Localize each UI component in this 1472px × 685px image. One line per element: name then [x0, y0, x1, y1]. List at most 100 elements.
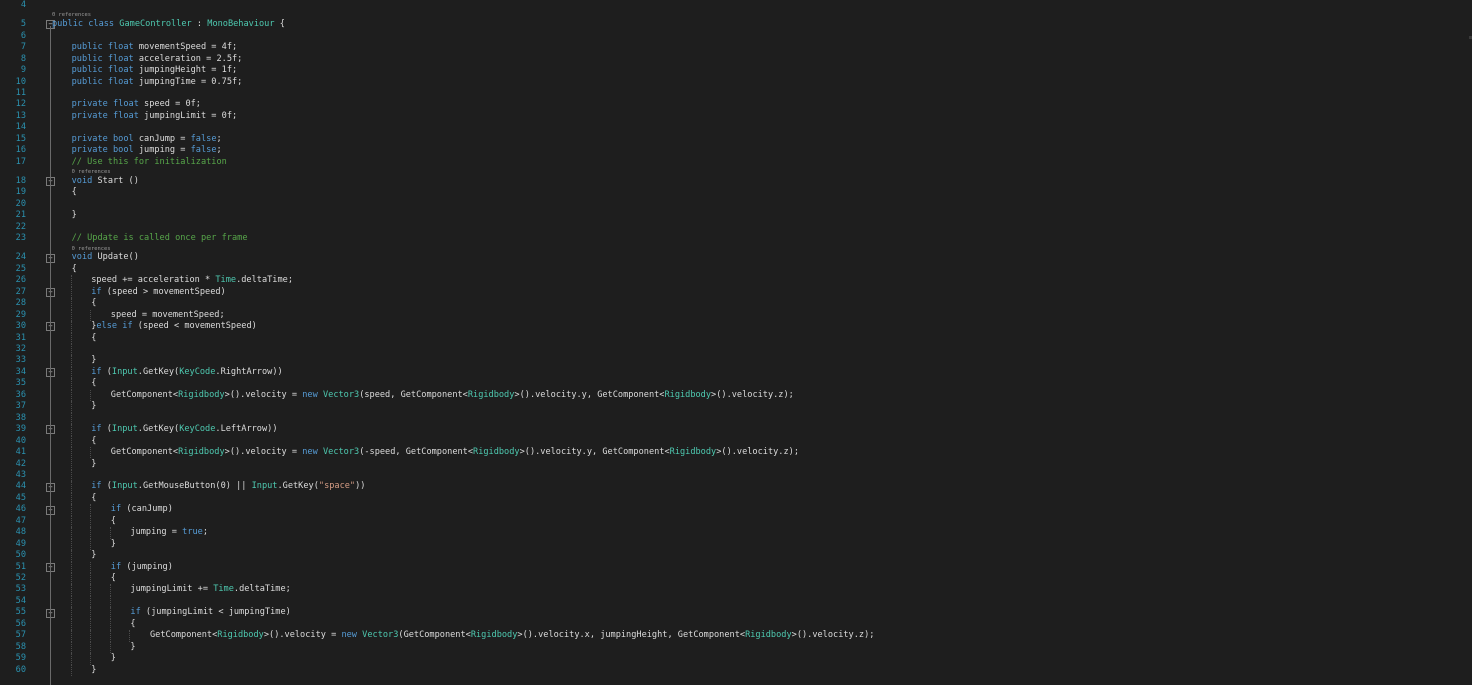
- code-line[interactable]: 4: [0, 0, 1472, 11]
- code-line[interactable]: 11: [0, 88, 1472, 99]
- code-line[interactable]: 54: [0, 595, 1472, 608]
- code-text[interactable]: if (Input.GetKey(KeyCode.LeftArrow)): [91, 424, 277, 435]
- code-text[interactable]: jumping = true;: [130, 527, 208, 538]
- code-text[interactable]: private float jumpingLimit = 0f;: [72, 111, 238, 122]
- code-text[interactable]: }: [111, 653, 116, 664]
- code-line[interactable]: 32: [0, 344, 1472, 356]
- code-text[interactable]: if (speed > movementSpeed): [91, 287, 226, 298]
- code-text[interactable]: public float movementSpeed = 4f;: [72, 42, 238, 53]
- code-text[interactable]: }: [91, 355, 96, 366]
- code-text[interactable]: {: [72, 187, 77, 198]
- code-line[interactable]: 23 // Update is called once per frame: [0, 233, 1472, 244]
- code-line[interactable]: 16 private bool jumping = false;: [0, 145, 1472, 156]
- code-line[interactable]: 25 {: [0, 264, 1472, 275]
- code-text[interactable]: if (Input.GetMouseButton(0) || Input.Get…: [91, 481, 365, 492]
- code-line[interactable]: 53 jumpingLimit += Time.deltaTime;: [0, 584, 1472, 596]
- code-text[interactable]: jumpingLimit += Time.deltaTime;: [130, 584, 290, 595]
- code-line[interactable]: 34− if (Input.GetKey(KeyCode.RightArrow)): [0, 366, 1472, 379]
- code-text[interactable]: public float acceleration = 2.5f;: [72, 54, 243, 65]
- code-line[interactable]: 26 speed += acceleration * Time.deltaTime…: [0, 275, 1472, 287]
- code-line[interactable]: 60}: [0, 664, 1472, 677]
- code-line[interactable]: 7 public float movementSpeed = 4f;: [0, 42, 1472, 53]
- code-text[interactable]: {: [111, 573, 116, 584]
- code-line[interactable]: 30−}else if (speed < movementSpeed): [0, 321, 1472, 333]
- code-text[interactable]: if (Input.GetKey(KeyCode.RightArrow)): [91, 367, 282, 378]
- code-text[interactable]: if (jumpingLimit < jumpingTime): [130, 607, 290, 618]
- code-text[interactable]: }else if (speed < movementSpeed): [91, 321, 257, 332]
- codelens-label[interactable]: 0 references: [72, 169, 111, 175]
- code-text[interactable]: void Update(): [72, 252, 139, 263]
- code-line[interactable]: 28 {: [0, 298, 1472, 310]
- code-text[interactable]: {: [130, 619, 135, 630]
- code-line[interactable]: 36 GetComponent<Rigidbody>().velocity = n…: [0, 389, 1472, 402]
- code-line[interactable]: 38: [0, 412, 1472, 425]
- code-text[interactable]: {: [91, 493, 96, 504]
- code-line[interactable]: 56 {: [0, 618, 1472, 631]
- code-line[interactable]: 47 {: [0, 515, 1472, 528]
- code-text[interactable]: private bool canJump = false;: [72, 134, 222, 145]
- codelens-label[interactable]: 0 references: [72, 246, 111, 252]
- code-line[interactable]: 33}: [0, 355, 1472, 367]
- code-line[interactable]: 21}: [0, 210, 1472, 221]
- code-text[interactable]: {: [91, 298, 96, 309]
- code-line[interactable]: 48 jumping = true;: [0, 527, 1472, 539]
- codelens-references[interactable]: 0 references: [0, 168, 1472, 176]
- code-line[interactable]: 40 {: [0, 435, 1472, 448]
- code-line[interactable]: 29 speed = movementSpeed;: [0, 309, 1472, 322]
- code-line[interactable]: 6: [0, 31, 1472, 42]
- code-line[interactable]: 20: [0, 199, 1472, 210]
- code-line[interactable]: 9 public float jumpingHeight = 1f;: [0, 65, 1472, 76]
- code-text[interactable]: if (canJump): [111, 504, 173, 515]
- code-line[interactable]: 46− if (canJump): [0, 504, 1472, 516]
- code-text[interactable]: GetComponent<Rigidbody>().velocity = new…: [150, 630, 874, 641]
- code-text[interactable]: if (jumping): [111, 562, 173, 573]
- code-text[interactable]: {: [91, 378, 96, 389]
- codelens-references[interactable]: 0 references: [0, 11, 1472, 19]
- code-line[interactable]: 27− if (speed > movementSpeed): [0, 286, 1472, 299]
- code-editor[interactable]: 40 references 5− public class GameControll…: [0, 0, 1472, 685]
- code-text[interactable]: void Start (): [72, 176, 139, 187]
- code-line[interactable]: 17 // Use this for initialization: [0, 157, 1472, 168]
- code-text[interactable]: }: [130, 642, 135, 653]
- code-text[interactable]: GetComponent<Rigidbody>().velocity = new…: [111, 390, 794, 401]
- code-line[interactable]: 44− if (Input.GetMouseButton(0) || Input.…: [0, 481, 1472, 493]
- codelens-references[interactable]: 0 references: [0, 245, 1472, 253]
- code-text[interactable]: {: [72, 264, 77, 275]
- code-line[interactable]: 8 public float acceleration = 2.5f;: [0, 54, 1472, 65]
- code-line[interactable]: 41 GetComponent<Rigidbody>().velocity = n…: [0, 447, 1472, 459]
- code-text[interactable]: }: [91, 459, 96, 470]
- code-text[interactable]: speed = movementSpeed;: [111, 310, 225, 321]
- code-line[interactable]: 51− if (jumping): [0, 561, 1472, 573]
- code-line[interactable]: 22: [0, 222, 1472, 233]
- code-text[interactable]: {: [91, 436, 96, 447]
- code-line[interactable]: 13 private float jumpingLimit = 0f;: [0, 111, 1472, 122]
- code-line[interactable]: 49}: [0, 538, 1472, 551]
- code-line[interactable]: 24− void Update(): [0, 252, 1472, 263]
- code-line[interactable]: 50}: [0, 550, 1472, 562]
- code-line[interactable]: 19 {: [0, 187, 1472, 198]
- code-text[interactable]: {: [91, 333, 96, 344]
- code-text[interactable]: // Update is called once per frame: [72, 233, 248, 244]
- code-line[interactable]: 55− if (jumpingLimit < jumpingTime): [0, 607, 1472, 619]
- code-text[interactable]: }: [91, 665, 96, 676]
- code-line[interactable]: 45 {: [0, 492, 1472, 505]
- code-line[interactable]: 43: [0, 469, 1472, 482]
- code-text[interactable]: }: [91, 401, 96, 412]
- code-line[interactable]: 59}: [0, 653, 1472, 665]
- code-line[interactable]: 15 private bool canJump = false;: [0, 134, 1472, 145]
- code-line[interactable]: 18− void Start (): [0, 176, 1472, 187]
- code-line[interactable]: 58}: [0, 641, 1472, 654]
- code-line[interactable]: 10 public float jumpingTime = 0.75f;: [0, 77, 1472, 88]
- code-line[interactable]: 52 {: [0, 573, 1472, 585]
- code-text[interactable]: {: [111, 516, 116, 527]
- code-line[interactable]: 42}: [0, 458, 1472, 470]
- code-line[interactable]: 37}: [0, 401, 1472, 413]
- code-line[interactable]: 39− if (Input.GetKey(KeyCode.LeftArrow)): [0, 424, 1472, 436]
- code-text[interactable]: private float speed = 0f;: [72, 99, 201, 110]
- code-line[interactable]: 57 GetComponent<Rigidbody>().velocity = n…: [0, 630, 1472, 642]
- code-line[interactable]: 35 {: [0, 378, 1472, 390]
- code-text[interactable]: }: [111, 539, 116, 550]
- code-text[interactable]: public class GameController : MonoBehavi…: [52, 19, 285, 30]
- code-line[interactable]: 14: [0, 122, 1472, 133]
- code-line[interactable]: 12 private float speed = 0f;: [0, 99, 1472, 110]
